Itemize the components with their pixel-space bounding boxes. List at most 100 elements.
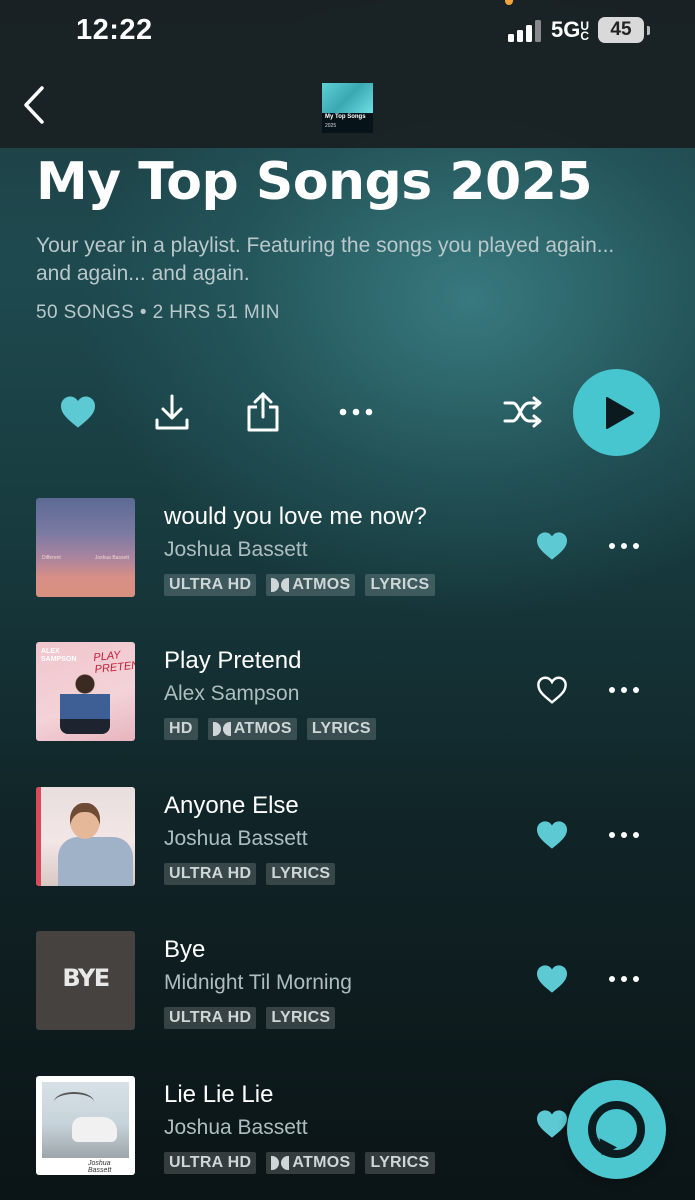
more-icon (609, 687, 639, 693)
more-icon (609, 832, 639, 838)
track-badges: ULTRA HD ATMOS LYRICS (164, 574, 435, 596)
heart-icon (537, 821, 567, 849)
album-cover (36, 787, 135, 886)
cover-text: ALEX SAMPSON (41, 648, 77, 663)
like-track-button[interactable] (535, 820, 569, 850)
like-track-button[interactable] (535, 675, 569, 705)
dolby-icon (271, 578, 290, 592)
track-badges: HD ATMOS LYRICS (164, 718, 376, 740)
track-title: Bye (164, 936, 206, 963)
shuffle-icon (503, 396, 542, 428)
privacy-indicator (505, 0, 513, 5)
badge-lyrics: LYRICS (266, 863, 336, 885)
track-row[interactable]: Different Joshua Bassett would you love … (0, 498, 695, 608)
badge-lyrics: LYRICS (266, 1007, 336, 1029)
cover-signature: Joshua Bassett (88, 1160, 112, 1174)
track-badges: ULTRA HD ATMOS LYRICS (164, 1152, 435, 1174)
download-button[interactable] (152, 392, 192, 432)
shuffle-button[interactable] (502, 394, 546, 430)
badge-quality: ULTRA HD (164, 1152, 257, 1174)
cover-text: PLAY PRETEND (92, 649, 135, 676)
playlist-description: Your year in a playlist. Featuring the s… (36, 234, 615, 285)
page-title: My Top Songs 2025 (36, 152, 593, 212)
track-artist: Joshua Bassett (164, 827, 308, 850)
playlist-meta: 50 SONGS • 2 HRS 51 MIN (36, 302, 280, 323)
badge-quality: ULTRA HD (164, 1007, 257, 1029)
battery-icon: 45 (598, 17, 644, 43)
cover-branch (54, 1092, 94, 1112)
track-badges: ULTRA HD LYRICS (164, 863, 336, 885)
cover-art (322, 83, 373, 113)
heart-icon (537, 1110, 567, 1138)
download-icon (155, 394, 189, 430)
cover-photo (42, 1082, 129, 1158)
track-row[interactable]: Anyone Else Joshua Bassett ULTRA HD LYRI… (0, 787, 695, 897)
album-cover: Different Joshua Bassett (36, 498, 135, 597)
chevron-left-icon (24, 86, 44, 124)
album-cover: ALEX SAMPSON PLAY PRETEND (36, 642, 135, 741)
cover-title: My Top Songs (325, 114, 366, 120)
cover-figure (60, 674, 110, 734)
track-title: Lie Lie Lie (164, 1081, 274, 1108)
track-title: would you love me now? (164, 503, 427, 530)
dolby-icon (212, 722, 231, 736)
cover-text: Different (42, 555, 61, 561)
album-cover: Joshua Bassett (36, 1076, 135, 1175)
header-playlist-cover: My Top Songs 2025 (322, 83, 373, 133)
more-icon (609, 976, 639, 982)
track-artist: Joshua Bassett (164, 1116, 308, 1139)
share-button[interactable] (243, 390, 283, 434)
track-row[interactable]: ALEX SAMPSON PLAY PRETEND Play Pretend A… (0, 642, 695, 752)
battery-tip (647, 26, 650, 35)
like-playlist-button[interactable] (58, 392, 98, 432)
track-artist: Alex Sampson (164, 682, 300, 705)
dolby-icon (271, 1156, 290, 1170)
track-more-button[interactable] (606, 678, 642, 702)
share-icon (247, 392, 279, 432)
nav-header: My Top Songs 2025 (0, 60, 695, 148)
cover-figure-face (70, 803, 100, 839)
badge-quality: ULTRA HD (164, 863, 257, 885)
more-icon (609, 543, 639, 549)
heart-icon (537, 965, 567, 993)
track-row[interactable]: BYE Bye Midnight Til Morning ULTRA HD LY… (0, 931, 695, 1041)
like-track-button[interactable] (535, 1109, 569, 1139)
track-badges: ULTRA HD LYRICS (164, 1007, 336, 1029)
signal-icon (508, 20, 544, 42)
cover-text: BYE (62, 964, 110, 992)
badge-lyrics: LYRICS (365, 574, 435, 596)
heart-icon (61, 396, 95, 428)
status-bar: 12:22 5GU C 45 (0, 0, 695, 60)
badge-atmos: ATMOS (207, 718, 297, 740)
back-button[interactable] (18, 82, 54, 128)
badge-lyrics: LYRICS (306, 718, 376, 740)
heart-icon (537, 532, 567, 560)
play-icon (606, 397, 634, 429)
track-more-button[interactable] (606, 534, 642, 558)
cover-edge (36, 787, 41, 886)
cover-text: Joshua Bassett (94, 555, 129, 561)
network-label: 5GU C (551, 17, 590, 44)
track-more-button[interactable] (606, 967, 642, 991)
track-more-button[interactable] (606, 823, 642, 847)
track-title: Anyone Else (164, 792, 299, 819)
cover-figure-body (58, 837, 133, 886)
like-track-button[interactable] (535, 531, 569, 561)
track-artist: Midnight Til Morning (164, 971, 352, 994)
cover-figure (72, 1117, 117, 1142)
heart-outline-icon (537, 676, 567, 704)
track-artist: Joshua Bassett (164, 538, 308, 561)
badge-lyrics: LYRICS (365, 1152, 435, 1174)
badge-quality: ULTRA HD (164, 574, 257, 596)
more-icon (339, 408, 373, 416)
like-track-button[interactable] (535, 964, 569, 994)
badge-atmos: ATMOS (266, 1152, 356, 1174)
badge-quality: HD (164, 718, 198, 740)
alexa-button[interactable] (567, 1080, 666, 1179)
more-options-button[interactable] (336, 400, 376, 424)
play-button[interactable] (573, 369, 660, 456)
badge-atmos: ATMOS (266, 574, 356, 596)
track-title: Play Pretend (164, 647, 302, 674)
clock: 12:22 (76, 14, 153, 46)
cover-year: 2025 (325, 123, 337, 129)
